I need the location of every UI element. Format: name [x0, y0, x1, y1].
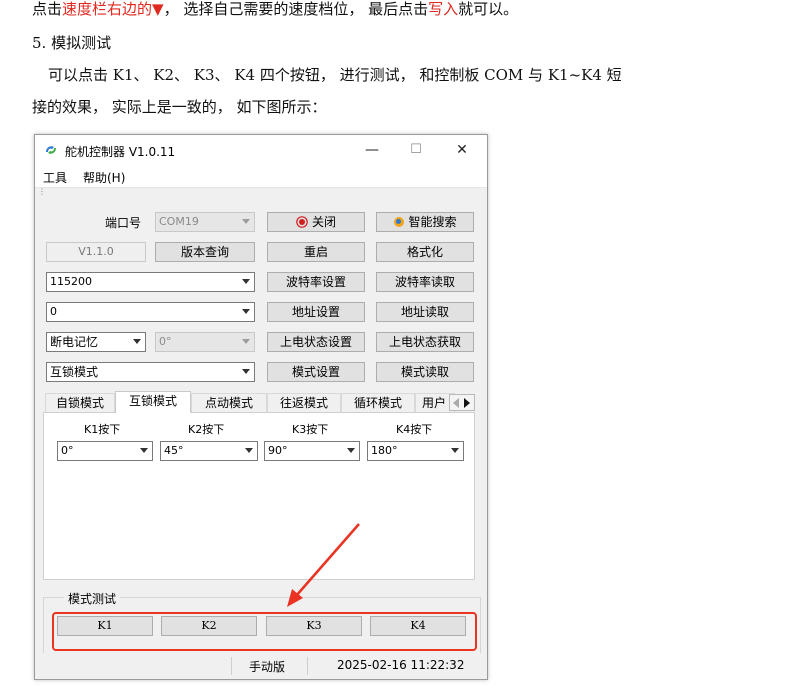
baud-read-button[interactable]: 波特率读取 — [376, 272, 474, 292]
app-logo-icon — [46, 146, 56, 154]
smart-search-label: 智能搜索 — [408, 215, 457, 229]
power-angle-select[interactable]: 0° — [155, 332, 255, 352]
status-bar: 手动版 2025-02-16 11:22:32 — [35, 653, 487, 679]
status-divider — [231, 657, 232, 675]
address-value: 0 — [50, 305, 57, 318]
title-bar: 舵机控制器 V1.0.11 — ☐ ✕ — [35, 135, 487, 165]
close-window-button[interactable]: ✕ — [443, 138, 481, 162]
chevron-down-icon — [347, 448, 355, 453]
tab-reciprocate[interactable]: 往返模式 — [267, 393, 341, 412]
tab-jog[interactable]: 点动模式 — [191, 393, 267, 412]
power-state-set-button[interactable]: 上电状态设置 — [267, 332, 365, 352]
app-window: 舵机控制器 V1.0.11 — ☐ ✕ 工具 帮助(H) ⋮ 端口号 COM19… — [34, 134, 488, 680]
paragraph-line: 接的效果， 实际上是一致的， 如下图所示： — [32, 98, 327, 116]
chevron-down-icon — [242, 309, 250, 314]
chevron-down-icon — [242, 279, 250, 284]
instruction-line: 点击速度栏右边的▼， 选择自己需要的速度档位， 最后点击写入就可以。 — [32, 0, 518, 19]
chevron-down-icon — [245, 448, 253, 453]
k2-label: K2按下 — [188, 423, 225, 436]
instruction-highlight: 速度栏右边的▼ — [62, 0, 164, 18]
address-set-button[interactable]: 地址设置 — [267, 302, 365, 322]
instruction-text: ， 选择自己需要的速度档位， 最后点击 — [163, 0, 429, 18]
tab-scroll[interactable] — [449, 394, 475, 411]
status-datetime: 2025-02-16 11:22:32 — [337, 658, 465, 672]
restart-button[interactable]: 重启 — [267, 242, 365, 262]
power-memory-select[interactable]: 断电记忆 — [46, 332, 146, 352]
smart-search-button[interactable]: 智能搜索 — [376, 212, 474, 232]
address-read-button[interactable]: 地址读取 — [376, 302, 474, 322]
port-select[interactable]: COM19 — [155, 212, 255, 232]
instruction-text: 点击 — [32, 0, 63, 18]
instruction-highlight: 写入 — [428, 0, 459, 18]
chevron-down-icon — [140, 448, 148, 453]
format-button[interactable]: 格式化 — [376, 242, 474, 262]
menu-tools[interactable]: 工具 — [43, 169, 67, 186]
k1-angle-value: 0° — [61, 444, 74, 457]
minimize-button[interactable]: — — [353, 138, 391, 162]
mode-value: 互锁模式 — [50, 365, 99, 379]
mode-test-title: 模式测试 — [64, 590, 121, 607]
chevron-down-icon — [242, 339, 250, 344]
k4-angle-value: 180° — [371, 444, 398, 457]
mode-set-button[interactable]: 模式设置 — [267, 362, 365, 382]
status-divider — [307, 657, 308, 675]
k1-angle-select[interactable]: 0° — [57, 441, 153, 461]
paragraph-line: 可以点击 K1、 K2、 K3、 K4 四个按钮， 进行测试， 和控制板 COM… — [48, 66, 622, 84]
mode-read-button[interactable]: 模式读取 — [376, 362, 474, 382]
power-angle-value: 0° — [159, 335, 172, 348]
port-value: COM19 — [159, 215, 199, 228]
baud-select[interactable]: 115200 — [46, 272, 255, 292]
k2-angle-select[interactable]: 45° — [160, 441, 258, 461]
chevron-down-icon — [242, 369, 250, 374]
chevron-down-icon — [451, 448, 459, 453]
k2-angle-value: 45° — [164, 444, 184, 457]
k4-angle-select[interactable]: 180° — [367, 441, 464, 461]
tab-loop[interactable]: 循环模式 — [341, 393, 415, 412]
close-port-label: 关闭 — [311, 215, 336, 229]
mode-tabs: 自锁模式 互锁模式 点动模式 往返模式 循环模式 用户 — [43, 391, 475, 413]
k1-label: K1按下 — [84, 423, 121, 436]
search-icon — [394, 217, 405, 227]
maximize-button[interactable]: ☐ — [397, 138, 435, 162]
section-title: 5. 模拟测试 — [32, 34, 112, 52]
menu-bar: 工具 帮助(H) — [35, 165, 487, 188]
tab-interlock[interactable]: 互锁模式 — [115, 391, 191, 413]
k4-label: K4按下 — [396, 423, 433, 436]
chevron-down-icon — [242, 219, 250, 224]
close-port-button[interactable]: 关闭 — [267, 212, 365, 232]
k3-label: K3按下 — [292, 423, 329, 436]
tab-panel-interlock: K1按下 K2按下 K3按下 K4按下 0° 45° 90° 180° — [43, 412, 475, 580]
port-label: 端口号 — [105, 216, 142, 230]
instruction-text: 就可以。 — [458, 0, 519, 18]
baud-value: 115200 — [50, 275, 92, 288]
chevron-right-icon[interactable] — [464, 398, 470, 408]
mode-select[interactable]: 互锁模式 — [46, 362, 255, 382]
power-state-get-button[interactable]: 上电状态获取 — [376, 332, 474, 352]
baud-set-button[interactable]: 波特率设置 — [267, 272, 365, 292]
chevron-down-icon — [133, 339, 141, 344]
stop-icon — [296, 216, 308, 228]
k3-angle-value: 90° — [268, 444, 288, 457]
address-select[interactable]: 0 — [46, 302, 255, 322]
chevron-left-icon[interactable] — [453, 398, 459, 408]
status-mode: 手动版 — [249, 660, 286, 674]
tab-self-lock[interactable]: 自锁模式 — [45, 393, 115, 412]
window-title: 舵机控制器 V1.0.11 — [65, 145, 176, 159]
k3-angle-select[interactable]: 90° — [264, 441, 360, 461]
power-memory-value: 断电记忆 — [50, 335, 99, 349]
highlight-box — [52, 612, 477, 651]
version-query-button[interactable]: 版本查询 — [155, 242, 255, 262]
menu-help[interactable]: 帮助(H) — [83, 169, 125, 186]
toolbar-grip-icon: ⋮ — [38, 187, 46, 196]
version-field: V1.1.0 — [46, 242, 146, 262]
